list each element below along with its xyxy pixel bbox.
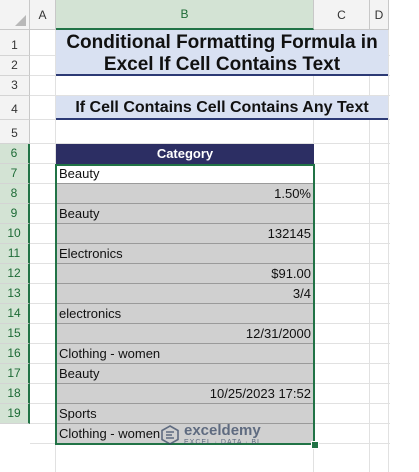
row-header-8[interactable]: 8 (0, 184, 30, 204)
table-cell-b12[interactable]: 3/4 (56, 284, 314, 304)
row-header-18[interactable]: 18 (0, 384, 30, 404)
table-cell-b8[interactable]: Beauty (56, 204, 314, 224)
column-header-c[interactable]: C (314, 0, 370, 30)
row-header-7[interactable]: 7 (0, 164, 30, 184)
column-header-d[interactable]: D (370, 0, 389, 30)
title-cell[interactable]: Conditional Formatting Formula in Excel … (56, 30, 388, 76)
table-cell-b9[interactable]: 132145 (56, 224, 314, 244)
exceldemy-logo-icon (161, 425, 179, 445)
table-cell-b10[interactable]: Electronics (56, 244, 314, 264)
row-header-10[interactable]: 10 (0, 224, 30, 244)
row-header-16[interactable]: 16 (0, 344, 30, 364)
row-header-6[interactable]: 6 (0, 144, 30, 164)
column-header-b[interactable]: B (56, 0, 314, 30)
table-cell-b17[interactable]: 10/25/2023 17:52 (56, 384, 314, 404)
row-header-19[interactable]: 19 (0, 404, 30, 424)
column-header-a[interactable]: A (30, 0, 56, 30)
row-header-3[interactable]: 3 (0, 76, 30, 96)
table-cell-b6[interactable]: Beauty (56, 164, 314, 184)
table-cell-b13[interactable]: electronics (56, 304, 314, 324)
table-cell-b16[interactable]: Beauty (56, 364, 314, 384)
row-header-2[interactable]: 2 (0, 56, 30, 76)
row-header-12[interactable]: 12 (0, 264, 30, 284)
row-header-15[interactable]: 15 (0, 324, 30, 344)
row-header-17[interactable]: 17 (0, 364, 30, 384)
table-header-category[interactable]: Category (56, 144, 314, 164)
title-line-1: Conditional Formatting Formula in (66, 32, 378, 53)
row-header-1[interactable]: 1 (0, 30, 30, 56)
subtitle-cell[interactable]: If Cell Contains Cell Contains Any Text (56, 96, 388, 120)
table-cell-b7[interactable]: 1.50% (56, 184, 314, 204)
exceldemy-watermark: exceldemy EXCEL · DATA · BI (160, 420, 330, 450)
row-header-9[interactable]: 9 (0, 204, 30, 224)
table-cell-b15[interactable]: Clothing - women (56, 344, 314, 364)
select-all-triangle-icon (15, 15, 26, 26)
row-header-13[interactable]: 13 (0, 284, 30, 304)
select-all-corner[interactable] (0, 0, 30, 30)
row-header-5[interactable]: 5 (0, 120, 30, 144)
watermark-name: exceldemy (184, 422, 261, 439)
watermark-tagline: EXCEL · DATA · BI (184, 439, 260, 446)
row-header-11[interactable]: 11 (0, 244, 30, 264)
table-cell-b11[interactable]: $91.00 (56, 264, 314, 284)
spreadsheet: ABCD 1 2 3 4 5 6 7 8 9 10 11 12 13 14 15 16 17 18 19 Condi… (0, 0, 419, 472)
gridline-col (388, 30, 389, 472)
row-header-4[interactable]: 4 (0, 96, 30, 120)
table-cell-b14[interactable]: 12/31/2000 (56, 324, 314, 344)
row-header-14[interactable]: 14 (0, 304, 30, 324)
title-line-2: Excel If Cell Contains Text (103, 54, 341, 75)
